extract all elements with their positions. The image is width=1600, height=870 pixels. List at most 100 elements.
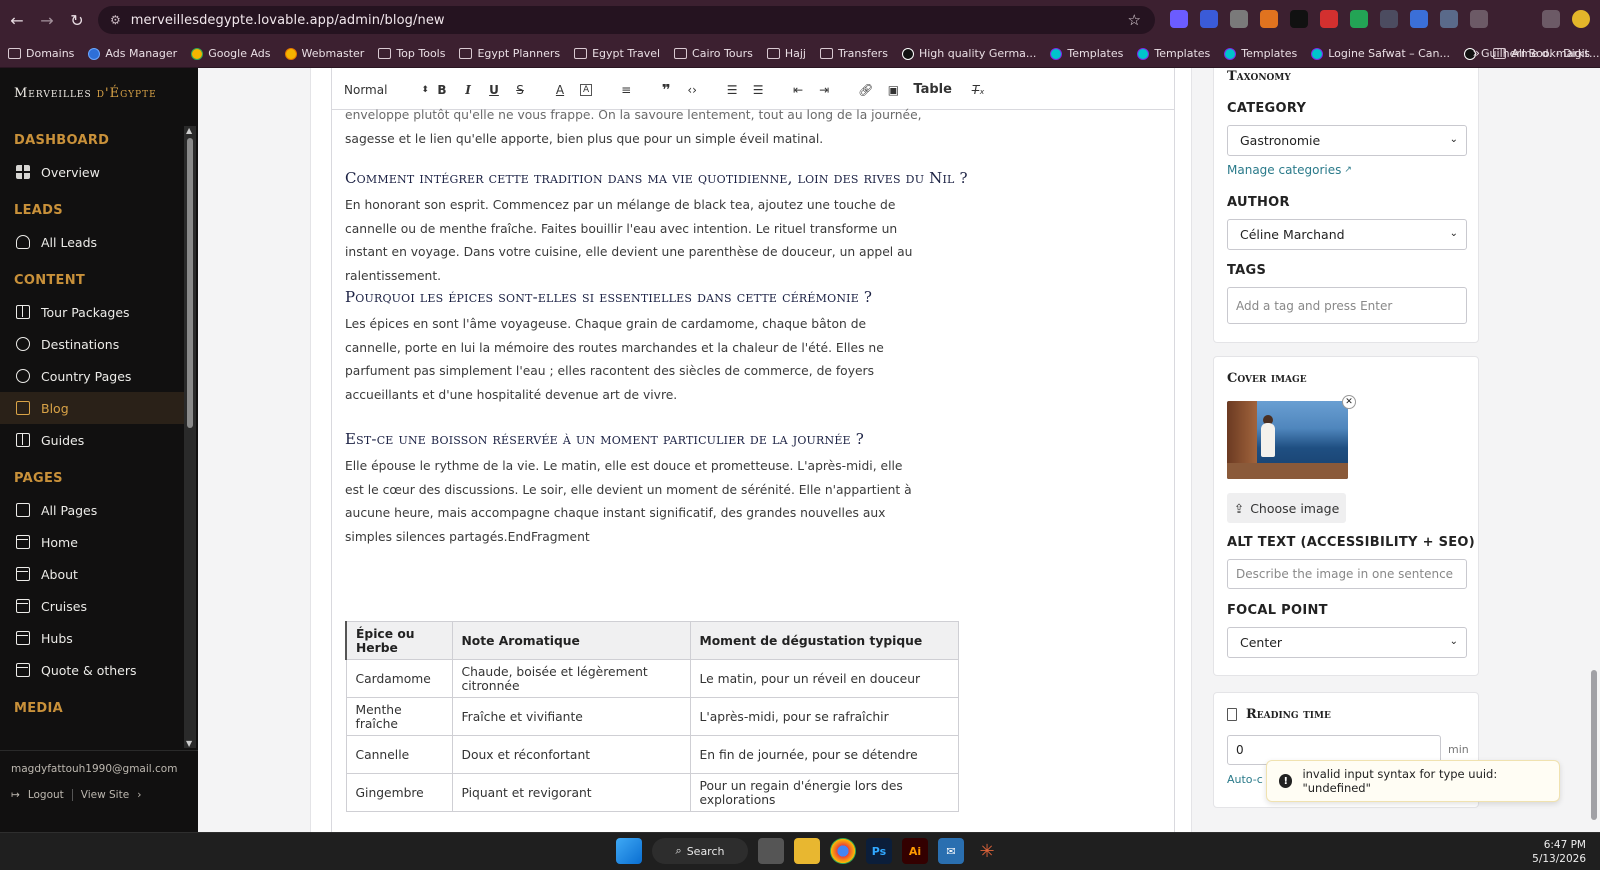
profile-avatar-icon[interactable] [1572, 10, 1590, 28]
sidebar-item-quote-others[interactable]: Quote & others [0, 654, 184, 686]
bookmark-item[interactable]: Transfers [819, 47, 888, 60]
sidebar-item-cruises[interactable]: Cruises [0, 590, 184, 622]
table-button[interactable]: Table [913, 82, 952, 97]
alt-text-input[interactable]: Describe the image in one sentence [1227, 559, 1467, 589]
claude-icon[interactable]: ✳ [974, 838, 1000, 864]
page-scrollbar[interactable] [1588, 68, 1600, 832]
bookmark-item[interactable]: Templates [1050, 47, 1123, 60]
ordered-list-icon[interactable]: ☰ [726, 83, 738, 97]
extension-fox-icon[interactable] [1260, 10, 1278, 28]
table-cell[interactable]: Gingembre [345, 773, 453, 812]
table-header-cell[interactable]: Épice ou Herbe [345, 621, 453, 660]
table-cell[interactable]: Cardamome [345, 659, 453, 698]
extension-plus-icon[interactable] [1350, 10, 1368, 28]
extension-chart-icon[interactable] [1200, 10, 1218, 28]
highlight-button[interactable]: A [580, 83, 593, 96]
extensions-puzzle-icon[interactable] [1470, 10, 1488, 28]
table-cell[interactable]: Piquant et revigorant [451, 773, 691, 812]
clear-format-icon[interactable]: T̶ₓ [972, 83, 985, 97]
bookmark-item[interactable]: Egypt Planners [459, 47, 560, 60]
rich-text-editor[interactable]: Normal ⬍ B I U S A A ≡ ❞ ‹› ☰ ☰ ⇤ ⇥ 🔗︎ ▣ … [331, 68, 1175, 832]
scroll-down-icon[interactable]: ▼ [186, 739, 192, 748]
focal-point-select[interactable]: Center ⌄ [1227, 627, 1467, 658]
table-header-cell[interactable]: Moment de dégustation typique [689, 621, 959, 660]
view-site-link[interactable]: View Site [81, 789, 129, 801]
forward-icon[interactable]: → [34, 7, 60, 33]
table-header-cell[interactable]: Note Aromatique [451, 621, 691, 660]
table-cell[interactable]: Chaude, boisée et légèrement citronnée [451, 659, 691, 698]
sidebar-item-tour-packages[interactable]: Tour Packages [0, 296, 184, 328]
table-cell[interactable]: Pour un regain d'énergie lors des explor… [689, 773, 959, 812]
image-icon[interactable]: ▣ [887, 83, 899, 97]
bold-button[interactable]: B [436, 83, 448, 97]
taskbar-search[interactable]: ⌕ Search [652, 838, 748, 864]
extension-adblock-icon[interactable] [1320, 10, 1338, 28]
task-view-icon[interactable] [758, 838, 784, 864]
address-bar[interactable]: ⚙ merveillesdegypte.lovable.app/admin/bl… [98, 6, 1155, 34]
tags-input[interactable]: Add a tag and press Enter [1227, 287, 1467, 324]
indent-icon[interactable]: ⇥ [818, 83, 830, 97]
error-toast[interactable]: ! invalid input syntax for type uuid: "u… [1266, 760, 1560, 802]
bookmark-item[interactable]: Hajj [766, 47, 806, 60]
bookmark-item[interactable]: Logine Safwat – Can... [1311, 47, 1450, 60]
table-cell[interactable]: Doux et réconfortant [451, 735, 691, 774]
bookmark-item[interactable]: Ads Manager [88, 47, 177, 60]
bookmarks-overflow-icon[interactable]: » [1473, 46, 1480, 60]
extension-mail-icon[interactable] [1290, 10, 1308, 28]
site-info-icon[interactable]: ⚙ [110, 13, 121, 27]
table-cell[interactable]: En fin de journée, pour se détendre [689, 735, 959, 774]
scroll-up-icon[interactable]: ▲ [186, 126, 192, 135]
bookmark-item[interactable]: Domains [8, 47, 74, 60]
sidebar-item-country-pages[interactable]: Country Pages [0, 360, 184, 392]
mail-icon[interactable]: ✉ [938, 838, 964, 864]
sidebar-scroll-thumb[interactable] [187, 138, 193, 428]
bookmark-item[interactable]: Cairo Tours [674, 47, 753, 60]
illustrator-icon[interactable]: Ai [902, 838, 928, 864]
table-cell[interactable]: Le matin, pour un réveil en douceur [689, 659, 959, 698]
sidebar-item-guides[interactable]: Guides [0, 424, 184, 456]
bookmark-item[interactable]: Templates [1224, 47, 1297, 60]
extension-grid-icon[interactable] [1440, 10, 1458, 28]
remove-image-button[interactable]: ✕ [1342, 395, 1356, 409]
manage-categories-link[interactable]: Manage categories ↗ [1227, 163, 1352, 177]
bookmark-item[interactable]: Google Ads [191, 47, 271, 60]
bullet-list-icon[interactable]: ☰ [752, 83, 764, 97]
sidebar-item-overview[interactable]: Overview [0, 156, 184, 188]
table-cell[interactable]: Fraîche et vivifiante [451, 697, 691, 736]
italic-button[interactable]: I [462, 83, 474, 97]
bookmark-item[interactable]: Top Tools [378, 47, 445, 60]
photoshop-icon[interactable]: Ps [866, 838, 892, 864]
all-bookmarks-button[interactable]: All Bookmarks [1493, 47, 1590, 60]
bookmark-item[interactable]: Templates [1137, 47, 1210, 60]
windows-start-icon[interactable] [616, 838, 642, 864]
spice-table[interactable]: Épice ou Herbe Note Aromatique Moment de… [345, 621, 959, 812]
sidebar-item-all-pages[interactable]: All Pages [0, 494, 184, 526]
category-select[interactable]: Gastronomie ⌄ [1227, 125, 1467, 156]
chrome-icon[interactable] [830, 838, 856, 864]
sidebar-item-destinations[interactable]: Destinations [0, 328, 184, 360]
link-icon[interactable]: 🔗︎ [858, 83, 873, 97]
align-icon[interactable]: ≡ [620, 83, 632, 97]
file-explorer-icon[interactable] [794, 838, 820, 864]
outdent-icon[interactable]: ⇤ [792, 83, 804, 97]
bookmark-item[interactable]: Webmaster [284, 47, 364, 60]
auto-calc-link[interactable]: Auto-c [1227, 773, 1263, 786]
sidebar-item-home[interactable]: Home [0, 526, 184, 558]
bookmark-star-icon[interactable]: ☆ [1128, 11, 1141, 29]
author-select[interactable]: Céline Marchand ⌄ [1227, 219, 1467, 250]
extension-shield-icon[interactable] [1380, 10, 1398, 28]
blockquote-icon[interactable]: ❞ [660, 81, 672, 99]
logout-link[interactable]: Logout [28, 789, 64, 801]
code-icon[interactable]: ‹› [686, 83, 698, 97]
table-cell[interactable]: Menthe fraîche [345, 697, 453, 736]
page-scroll-thumb[interactable] [1591, 670, 1597, 820]
choose-image-button[interactable]: ⇪ Choose image [1227, 493, 1346, 523]
underline-button[interactable]: U [488, 83, 500, 97]
reading-list-icon[interactable] [1542, 10, 1560, 28]
bookmark-item[interactable]: Egypt Travel [574, 47, 660, 60]
reload-icon[interactable]: ↻ [64, 7, 90, 33]
system-clock[interactable]: 6:47 PM 5/13/2026 [1532, 838, 1586, 866]
bookmark-item[interactable]: High quality Germa... [901, 47, 1036, 60]
sidebar-item-hubs[interactable]: Hubs [0, 622, 184, 654]
sidebar-item-blog[interactable]: Blog [0, 392, 184, 424]
